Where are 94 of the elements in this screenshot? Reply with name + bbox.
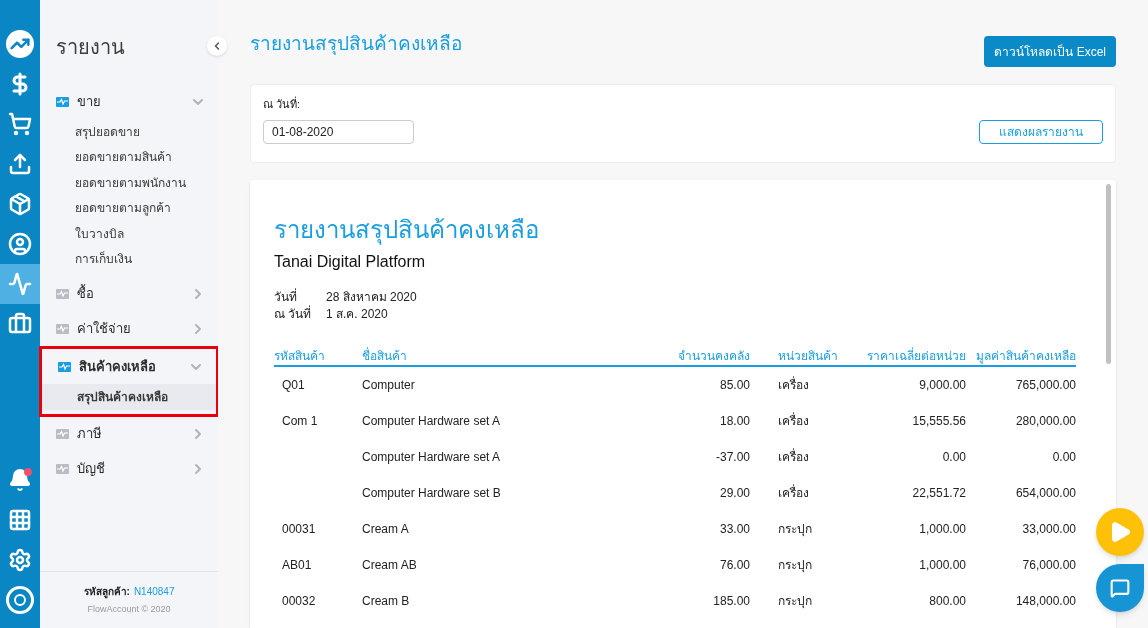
customer-id: N140847: [133, 584, 175, 599]
copyright-text: FlowAccount © 2020: [87, 602, 171, 616]
table-cell-text: 1,000.00: [918, 521, 966, 538]
table-cell-text: Q01: [281, 377, 306, 394]
column-header: รหัสสินค้า: [274, 348, 326, 365]
table-cell-text: 29.00: [718, 485, 750, 502]
monitor-pulse-icon: [56, 464, 69, 474]
date-label: ณ วันที่:: [263, 95, 302, 112]
brand-logo-icon[interactable]: [6, 586, 34, 614]
table-cell-text: 1,000.00: [918, 557, 966, 574]
column-header: จำนวนคงคลัง: [677, 348, 750, 365]
table-cell-text: 654,000.00: [1014, 485, 1076, 502]
table-cell-text: 15,555.56: [911, 413, 966, 430]
table-cell-text: 148,000.00: [1014, 593, 1076, 610]
column-header: ราคาเฉลี่ยต่อหน่วย: [866, 347, 966, 365]
table-cell-text: Computer Hardware set A: [362, 449, 502, 466]
column-header: ชื่อสินค้า: [362, 347, 408, 365]
meta-value: 1 ส.ค. 2020: [326, 306, 388, 322]
menu-item[interactable]: ยอดขายตามสินค้า: [40, 144, 218, 170]
table-cell-text: 33,000.00: [1021, 521, 1076, 538]
table-cell-text: Computer Hardware set B: [362, 485, 502, 502]
scrollbar-thumb[interactable]: [1105, 184, 1111, 364]
table-cell-text: Cream A: [362, 521, 410, 538]
company-name: Tanai Digital Platform: [274, 252, 427, 272]
table-cell-text: 76.00: [718, 557, 750, 574]
table-cell-text: 185.00: [712, 593, 750, 610]
briefcase-icon[interactable]: [8, 312, 32, 336]
menu-group[interactable]: ค่าใช้จ่าย: [40, 311, 218, 346]
table-cell-text: เครื่อง: [777, 376, 810, 394]
menu-group[interactable]: ขาย: [40, 84, 218, 119]
table-cell-text: กระปุก: [777, 593, 813, 610]
menu-group[interactable]: สินค้าคงเหลือ: [42, 349, 216, 384]
table-cell-text: 280,000.00: [1014, 413, 1076, 430]
table-cell-text: 0.00: [941, 449, 966, 466]
table-cell-text: 76,000.00: [1021, 557, 1076, 574]
date-field[interactable]: 01-08-2020: [263, 120, 414, 144]
table-cell-text: Com 1: [281, 413, 319, 430]
monitor-pulse-icon: [56, 96, 69, 107]
table-cell-text: เครื่อง: [777, 412, 810, 430]
customer-id-label: รหัสลูกค้า:: [83, 584, 130, 599]
table-cell-text: 00031: [281, 521, 317, 538]
chat-button[interactable]: [1096, 564, 1144, 612]
table-cell-text: เครื่อง: [777, 484, 810, 502]
table-cell-text: กระปุก: [777, 521, 813, 538]
table-cell-text: 33.00: [718, 521, 750, 538]
meta-value: 28 สิงหาคม 2020: [326, 289, 417, 305]
table-cell-text: -37.00: [714, 449, 750, 466]
menu-item[interactable]: ยอดขายตามพนักงาน: [40, 170, 218, 196]
monitor-pulse-icon: [56, 323, 69, 334]
table-cell-text: กระปุก: [777, 557, 813, 574]
table-cell-text: Cream B: [362, 593, 411, 610]
table-cell-text: AB01: [281, 557, 313, 574]
table-cell-text: 9,000.00: [918, 377, 966, 394]
monitor-pulse-icon: [58, 361, 71, 372]
table-cell-text: Computer: [362, 377, 416, 394]
chat-icon: [1110, 578, 1130, 598]
page-title: รายงานสรุปสินค้าคงเหลือ: [250, 32, 462, 57]
monitor-pulse-icon: [56, 288, 69, 299]
table-cell-text: 765,000.00: [1014, 377, 1076, 394]
table-cell-text: 0.00: [1051, 449, 1076, 466]
upload-icon[interactable]: [8, 152, 32, 176]
table-cell-text: Computer Hardware set A: [362, 413, 502, 430]
table-cell-text: 800.00: [928, 593, 966, 610]
column-header: หน่วยสินค้า: [777, 348, 839, 365]
column-header: มูลค่าสินค้าคงเหลือ: [975, 348, 1076, 365]
meta-label: วันที่: [274, 288, 298, 305]
monitor-pulse-icon: [56, 429, 69, 439]
table-cell-text: 00032: [281, 593, 317, 610]
download-excel-button[interactable]: ดาวน์โหลดเป็น Excel: [984, 36, 1116, 67]
table-cell-text: Cream AB: [362, 557, 418, 574]
menu-item[interactable]: ใบวางบิล: [40, 221, 218, 247]
chart-logo-icon[interactable]: [6, 30, 34, 58]
box-icon[interactable]: [8, 192, 32, 216]
apps-icon[interactable]: [8, 508, 32, 532]
table-cell-text: 85.00: [718, 377, 750, 394]
menu-item[interactable]: สรุปยอดขาย: [40, 119, 218, 145]
table-cell-text: เครื่อง: [777, 448, 810, 466]
settings-icon[interactable]: [8, 548, 32, 572]
menu-item[interactable]: การเก็บเงิน: [40, 246, 218, 272]
cart-icon[interactable]: [8, 112, 32, 136]
menu-group[interactable]: ซื้อ: [40, 276, 218, 311]
table-cell-text: 22,551.72: [911, 485, 966, 502]
menu-item[interactable]: สรุปสินค้าคงเหลือ: [42, 384, 216, 410]
meta-label: ณ วันที่: [274, 305, 313, 322]
collapse-button[interactable]: [207, 36, 227, 56]
report-title: รายงานสรุปสินค้าคงเหลือ: [274, 215, 540, 246]
menu-group[interactable]: บัญชี: [40, 451, 218, 487]
user-icon[interactable]: [8, 232, 32, 256]
menu-group[interactable]: ภาษี: [40, 416, 218, 452]
pulse-icon[interactable]: [8, 272, 32, 296]
table-cell-text: 18.00: [718, 413, 750, 430]
bell-icon[interactable]: [8, 468, 32, 492]
sidebar-title: รายงาน: [56, 35, 125, 60]
menu-item[interactable]: ยอดขายตามลูกค้า: [40, 195, 218, 221]
